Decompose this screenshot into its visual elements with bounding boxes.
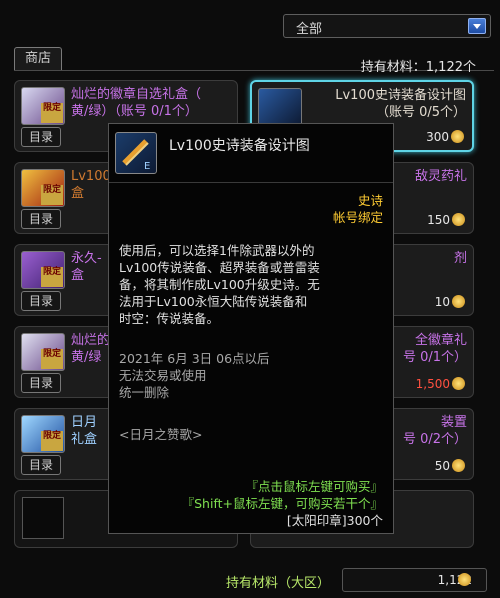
item-price: 300 xyxy=(426,130,464,144)
tooltip-header: E Lv100史诗装备设计图 xyxy=(109,124,393,183)
desc-line: 使用后，可以选择1件除武器以外的 xyxy=(119,243,315,258)
source-text: <日月之赞歌> xyxy=(119,427,203,442)
desc-line: 法用于Lv100永恒大陆传说装备和 xyxy=(119,294,308,309)
expire-line: 统一删除 xyxy=(119,385,170,400)
desc-line: 时空：传说装备。 xyxy=(119,311,220,326)
cost-text: [太阳印章]300个 xyxy=(286,513,383,528)
desc-line: 备，将其制作成Lv100升级史诗。无 xyxy=(119,277,320,292)
coin-icon xyxy=(452,295,465,308)
filter-label: 全部 xyxy=(296,22,323,37)
svg-text:E: E xyxy=(144,161,150,172)
filter-dropdown[interactable]: 全部 xyxy=(283,14,491,38)
desc-line: Lv100传说装备、超界装备或普雷装 xyxy=(119,260,320,275)
limited-badge: 限定 xyxy=(41,431,63,451)
catalog-button[interactable]: 目录 xyxy=(21,209,61,229)
coin-icon xyxy=(452,377,465,390)
item-price: 1,500 xyxy=(416,377,465,391)
limited-badge: 限定 xyxy=(41,267,63,287)
limited-badge: 限定 xyxy=(41,185,63,205)
tooltip-item-name: Lv100史诗装备设计图 xyxy=(169,138,310,154)
limited-badge: 限定 xyxy=(41,103,63,123)
catalog-button[interactable]: 目录 xyxy=(21,127,61,147)
item-tooltip: E Lv100史诗装备设计图 史诗 帐号绑定 使用后，可以选择1件除武器以外的 … xyxy=(108,123,394,534)
limited-badge: 限定 xyxy=(41,349,63,369)
catalog-button[interactable]: 目录 xyxy=(21,291,61,311)
item-price: 10 xyxy=(435,295,465,309)
tab-shop[interactable]: 商店 xyxy=(14,47,62,71)
coin-icon xyxy=(452,459,465,472)
expire-line: 无法交易或使用 xyxy=(119,368,207,383)
owned-materials: 持有材料：1,122个 xyxy=(361,56,476,75)
empty-thumb xyxy=(22,497,64,539)
bottom-materials-label: 持有材料（大区） xyxy=(226,576,331,591)
owned-materials-label: 持有材料： xyxy=(360,60,426,75)
coin-icon xyxy=(451,130,464,143)
bind-text: 帐号绑定 xyxy=(332,210,383,225)
scroll-icon xyxy=(258,88,302,126)
item-name: Lv100史诗装备设计图 （账号 0/5个） xyxy=(335,88,466,120)
chevron-down-icon[interactable] xyxy=(468,18,486,34)
item-name: 灿烂的徽章自选礼盒（ 黄/绿）（账号 0/1个） xyxy=(71,87,202,119)
coin-icon xyxy=(458,573,471,586)
owned-materials-value: 1,122个 xyxy=(425,60,476,75)
buy-shift-hint: 『Shift+鼠标左键，可购买若干个』 xyxy=(181,496,383,511)
buy-click-hint: 『点击鼠标左键可购买』 xyxy=(245,479,383,494)
item-price: 150 xyxy=(427,213,465,227)
scroll-icon: E xyxy=(115,132,157,174)
coin-icon xyxy=(452,213,465,226)
catalog-button[interactable]: 目录 xyxy=(21,455,61,475)
expire-line: 2021年 6月 3日 06点以后 xyxy=(119,351,270,366)
item-price: 50 xyxy=(435,459,465,473)
rarity-text: 史诗 xyxy=(357,193,383,208)
catalog-button[interactable]: 目录 xyxy=(21,373,61,393)
